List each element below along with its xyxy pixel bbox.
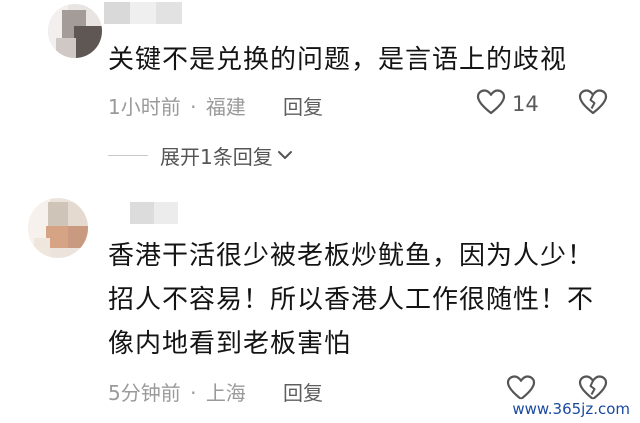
broken-heart-icon xyxy=(578,89,608,120)
meta-separator: · xyxy=(190,381,197,405)
avatar[interactable] xyxy=(48,4,102,58)
chevron-down-icon xyxy=(277,146,293,165)
watermark: www.365jz.com xyxy=(508,399,634,419)
reply-button[interactable]: 回复 xyxy=(283,377,323,406)
comment-location: 上海 xyxy=(205,381,246,405)
comment-time: 5分钟前 xyxy=(108,381,181,405)
comment-text-line: 关键不是兑换的问题，是言语上的歧视 xyxy=(108,45,568,75)
comment-text-line: 招人不容易！所以香港人工作很随性！不 xyxy=(108,285,595,315)
comment-text-line: 香港干活很少被老板炒鱿鱼，因为人少！ xyxy=(108,241,595,271)
username-blurred[interactable] xyxy=(108,202,182,224)
avatar[interactable] xyxy=(28,198,88,258)
dislike-button[interactable] xyxy=(578,88,608,120)
expand-divider xyxy=(108,155,148,156)
comment-meta: 5分钟前 · 上海 xyxy=(108,377,246,406)
expand-replies-label: 展开1条回复 xyxy=(160,145,273,169)
comment-text-line: 像内地看到老板害怕 xyxy=(108,329,352,359)
username-blurred[interactable] xyxy=(104,2,194,24)
reply-button[interactable]: 回复 xyxy=(283,91,323,120)
comment-feed: 关键不是兑换的问题，是言语上的歧视 1小时前 · 福建 回复 14 展开1条回复… xyxy=(0,0,640,423)
comment-meta: 1小时前 · 福建 xyxy=(108,91,246,120)
meta-separator: · xyxy=(190,95,197,119)
comment-text: 关键不是兑换的问题，是言语上的歧视 xyxy=(108,38,567,82)
comment-location: 福建 xyxy=(205,95,246,119)
heart-outline-icon xyxy=(476,88,506,120)
comment-text: 香港干活很少被老板炒鱿鱼，因为人少！ 招人不容易！所以香港人工作很随性！不 像内… xyxy=(108,234,594,366)
comment-time: 1小时前 xyxy=(108,95,181,119)
expand-replies-button[interactable]: 展开1条回复 xyxy=(108,141,293,170)
like-button[interactable]: 14 xyxy=(476,88,539,120)
like-count: 14 xyxy=(512,92,539,116)
